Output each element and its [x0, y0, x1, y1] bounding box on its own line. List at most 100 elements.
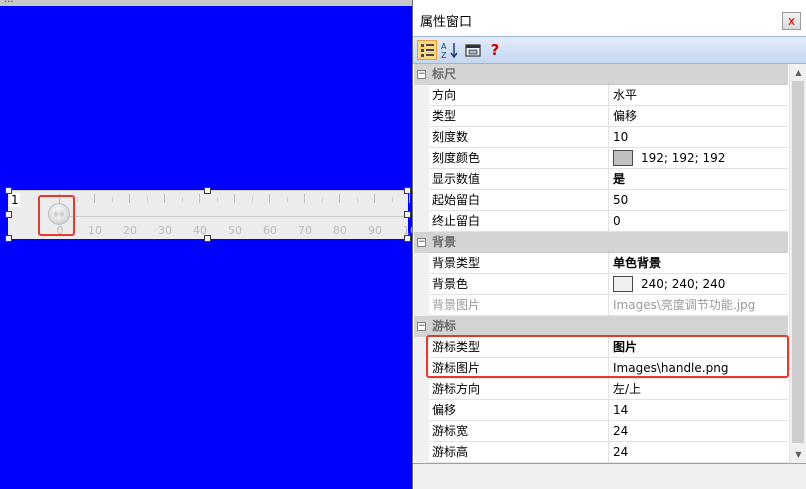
property-name[interactable]: 显示数值 — [430, 169, 609, 190]
property-name[interactable]: 背景类型 — [430, 253, 609, 274]
property-name[interactable]: 刻度颜色 — [430, 148, 609, 169]
property-value[interactable]: 是 — [610, 169, 788, 190]
property-value[interactable]: 24 — [610, 442, 788, 463]
property-description-pane — [413, 463, 806, 489]
sort-alphabetical-icon[interactable]: A Z — [440, 40, 460, 60]
property-row[interactable]: 类型 偏移 — [414, 106, 788, 127]
color-swatch[interactable] — [613, 275, 633, 292]
property-value[interactable]: 14 — [610, 400, 788, 421]
ruler-tick-label: 60 — [263, 224, 277, 237]
canvas-top-strip: ... — [0, 0, 412, 6]
property-row[interactable]: 游标方向 左/上 — [414, 379, 788, 400]
cursor-properties-highlight-box — [426, 335, 789, 378]
collapse-toggle-icon[interactable]: − — [417, 238, 426, 247]
property-name[interactable]: 起始留白 — [430, 190, 609, 211]
property-value[interactable]: 10 — [610, 127, 788, 148]
collapse-toggle-icon[interactable]: − — [417, 322, 426, 331]
property-value[interactable]: Images\亮度调节功能.jpg — [610, 295, 788, 316]
ruler-major-tick — [269, 194, 270, 203]
property-window-titlebar[interactable]: 属性窗口 x — [413, 0, 806, 36]
property-name[interactable]: 游标宽 — [430, 421, 609, 442]
property-row[interactable]: 起始留白 50 — [414, 190, 788, 211]
property-name[interactable]: 偏移 — [430, 400, 609, 421]
categorized-view-icon[interactable] — [417, 40, 437, 60]
property-row[interactable]: 背景色 240; 240; 240 — [414, 274, 788, 295]
property-row[interactable]: 刻度颜色 192; 192; 192 — [414, 148, 788, 169]
ruler-major-tick — [234, 194, 235, 203]
color-value-text: 192; 192; 192 — [641, 151, 726, 165]
property-name[interactable]: 类型 — [430, 106, 609, 127]
property-value[interactable]: 192; 192; 192 — [610, 148, 788, 169]
ruler-major-tick — [199, 194, 200, 203]
row-gutter — [414, 421, 429, 442]
ruler-track — [58, 216, 406, 217]
ruler-major-tick — [129, 194, 130, 203]
property-row[interactable]: 背景图片 Images\亮度调节功能.jpg — [414, 295, 788, 316]
scrollbar-thumb[interactable] — [792, 81, 804, 443]
property-row[interactable]: 刻度数 10 — [414, 127, 788, 148]
category-name: 游标 — [432, 319, 457, 333]
property-name[interactable]: 背景色 — [430, 274, 609, 295]
category-header[interactable]: − 背景 — [414, 232, 788, 253]
property-row[interactable]: 偏移 14 — [414, 400, 788, 421]
close-button[interactable]: x — [782, 12, 801, 30]
svg-text:A: A — [441, 42, 447, 51]
row-gutter — [414, 106, 429, 127]
category-header[interactable]: − 标尺 — [414, 64, 788, 85]
selection-handle-middle-left[interactable] — [5, 211, 12, 218]
property-row[interactable]: 游标宽 24 — [414, 421, 788, 442]
ruler-minor-tick — [111, 197, 113, 202]
property-name[interactable]: 终止留白 — [430, 211, 609, 232]
row-gutter — [414, 169, 429, 190]
collapse-toggle-icon[interactable]: − — [417, 70, 426, 79]
ruler-minor-tick — [391, 197, 393, 202]
property-row[interactable]: 终止留白 0 — [414, 211, 788, 232]
selection-handle-bottom-middle[interactable] — [204, 235, 211, 242]
row-gutter — [414, 295, 429, 316]
property-pages-icon[interactable] — [463, 40, 483, 60]
ruler-minor-tick — [286, 197, 288, 202]
row-gutter — [414, 253, 429, 274]
scroll-up-arrow-icon[interactable]: ▲ — [790, 64, 806, 81]
selection-handle-bottom-left[interactable] — [5, 235, 12, 242]
ruler-minor-tick — [356, 197, 358, 202]
ruler-tick-label: 50 — [228, 224, 242, 237]
selection-handle-top-left[interactable] — [5, 187, 12, 194]
property-row[interactable]: 背景类型 单色背景 — [414, 253, 788, 274]
property-value[interactable]: 50 — [610, 190, 788, 211]
property-value[interactable]: 左/上 — [610, 379, 788, 400]
property-window-title: 属性窗口 — [420, 15, 473, 30]
property-grid-scrollbar[interactable]: ▲ ▼ — [789, 64, 806, 463]
property-row[interactable]: 游标高 24 — [414, 442, 788, 463]
property-value[interactable]: 240; 240; 240 — [610, 274, 788, 295]
property-value[interactable]: 水平 — [610, 85, 788, 106]
scroll-down-arrow-icon[interactable]: ▼ — [790, 446, 806, 463]
handle-highlight-box — [38, 195, 75, 236]
property-value[interactable]: 单色背景 — [610, 253, 788, 274]
property-grid: − 标尺 方向 水平 类型 偏移 刻度数 10 刻度颜色 192; 192; 192 显示数值是起始… — [414, 64, 788, 463]
property-row[interactable]: 方向 水平 — [414, 85, 788, 106]
selection-handle-top-middle[interactable] — [204, 187, 211, 194]
help-icon[interactable]: ? — [485, 40, 505, 60]
color-swatch[interactable] — [613, 149, 633, 166]
selection-handle-middle-right[interactable] — [404, 211, 411, 218]
property-value[interactable]: 24 — [610, 421, 788, 442]
design-canvas[interactable]: ... 010203040506070809010 1 — [0, 0, 413, 489]
category-name: 背景 — [432, 235, 457, 249]
ruler-tick-label: 20 — [123, 224, 137, 237]
property-name[interactable]: 方向 — [430, 85, 609, 106]
ruler-tick-label: 30 — [158, 224, 172, 237]
selection-handle-bottom-right[interactable] — [404, 235, 411, 242]
property-row[interactable]: 显示数值是 — [414, 169, 788, 190]
selection-handle-top-right[interactable] — [404, 187, 411, 194]
property-value[interactable]: 偏移 — [610, 106, 788, 127]
category-header[interactable]: − 游标 — [414, 316, 788, 337]
row-gutter — [414, 442, 429, 463]
property-value[interactable]: 0 — [610, 211, 788, 232]
row-gutter — [414, 148, 429, 169]
property-name[interactable]: 游标高 — [430, 442, 609, 463]
property-name[interactable]: 刻度数 — [430, 127, 609, 148]
property-name[interactable]: 游标方向 — [430, 379, 609, 400]
property-name[interactable]: 背景图片 — [430, 295, 609, 316]
row-gutter — [414, 400, 429, 421]
